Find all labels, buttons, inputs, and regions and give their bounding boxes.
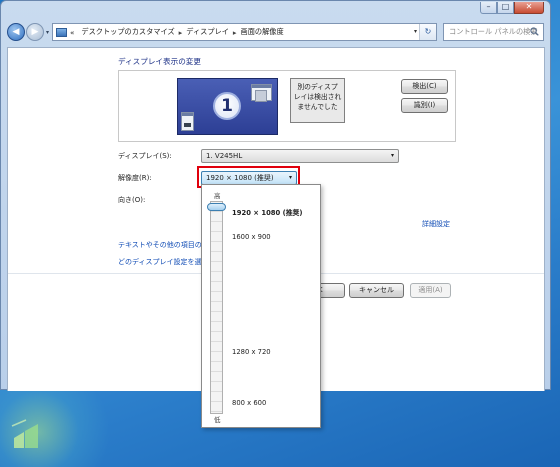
windows-logo-icon (11, 419, 38, 448)
navigation-bar: ◀ ▶ ▾ « デスクトップのカスタマイズ ▸ ディスプレイ ▸ 画面の解像度 … (7, 21, 544, 43)
resolution-select[interactable]: 1920 × 1080 (推奨) ▾ (201, 171, 297, 185)
no-display-line: ませんでした (297, 103, 338, 111)
identify-button[interactable]: 識別(I) (401, 98, 448, 113)
resolution-slider-thumb[interactable] (207, 203, 226, 211)
chevron-down-icon: ▾ (288, 174, 292, 181)
close-button[interactable]: ✕ (514, 2, 544, 14)
breadcrumb-separator-icon[interactable]: ▸ (233, 28, 237, 37)
resolution-option[interactable]: 800 x 600 (232, 399, 266, 407)
monitor-number: 1 (213, 92, 241, 120)
forward-button[interactable]: ▶ (26, 23, 44, 41)
chevron-down-icon: ▾ (390, 152, 394, 159)
low-label: 低 (214, 416, 221, 424)
recent-pages-icon[interactable]: ▾ (46, 29, 49, 36)
search-icon[interactable] (530, 27, 539, 36)
search-box[interactable]: コントロール パネルの検索 (443, 23, 544, 41)
back-button[interactable]: ◀ (7, 23, 25, 41)
advanced-settings-link[interactable]: 詳細設定 (422, 219, 450, 229)
no-display-line: 別のディスプ (297, 83, 338, 91)
resolution-slider-track[interactable] (210, 201, 223, 414)
no-display-detected-box: 別のディスプ レイは検出され ませんでした (290, 78, 345, 123)
display-arrangement-box: 1 別のディスプ レイは検出され ませんでした 検出(C) 識別(I) (118, 70, 456, 142)
resolution-label: 解像度(R): (118, 174, 152, 182)
monitor-window-icon (251, 84, 272, 102)
resolution-dropdown-panel: 高 1920 × 1080 (推奨) 1600 x 900 1280 x 720… (201, 184, 321, 428)
cancel-button[interactable]: キャンセル (349, 283, 404, 298)
monitor-window-icon (181, 112, 194, 131)
resolution-option[interactable]: 1600 x 900 (232, 233, 271, 241)
page-title: ディスプレイ表示の変更 (118, 57, 201, 66)
apply-button[interactable]: 適用(A) (410, 283, 451, 298)
monitor-1[interactable]: 1 (177, 78, 278, 135)
display-select-value: 1. V245HL (206, 152, 243, 160)
refresh-icon[interactable]: ↻ (419, 24, 437, 40)
maximize-button[interactable]: □ (497, 2, 514, 14)
display-label: ディスプレイ(S): (118, 152, 172, 160)
which-display-settings-link[interactable]: どのディスプレイ設定を選 (118, 257, 202, 267)
control-panel-icon (56, 27, 68, 37)
resolution-option[interactable]: 1920 × 1080 (推奨) (232, 207, 302, 217)
search-placeholder[interactable]: コントロール パネルの検索 (449, 27, 538, 37)
minimize-button[interactable]: – (480, 2, 497, 14)
orientation-label: 向き(O): (118, 196, 146, 204)
detect-button[interactable]: 検出(C) (401, 79, 448, 94)
high-label: 高 (214, 192, 221, 200)
resolution-select-value: 1920 × 1080 (推奨) (206, 174, 274, 182)
breadcrumb-separator-icon[interactable]: ▸ (179, 28, 183, 37)
breadcrumb-prefix[interactable]: « (70, 28, 74, 37)
address-bar[interactable]: « デスクトップのカスタマイズ ▸ ディスプレイ ▸ 画面の解像度 ▾ ↻ (52, 23, 438, 41)
address-dropdown-icon[interactable]: ▾ (414, 24, 417, 40)
breadcrumb-screen-resolution[interactable]: 画面の解像度 (241, 27, 284, 37)
display-select[interactable]: 1. V245HL ▾ (201, 149, 399, 163)
no-display-line: レイは検出され (293, 93, 342, 101)
resolution-option[interactable]: 1280 x 720 (232, 348, 271, 356)
text-size-link[interactable]: テキストやその他の項目の (118, 240, 202, 250)
breadcrumb-personalization[interactable]: デスクトップのカスタマイズ (81, 27, 174, 37)
caption-buttons: – □ ✕ (480, 2, 544, 14)
breadcrumb-display[interactable]: ディスプレイ (186, 27, 229, 37)
